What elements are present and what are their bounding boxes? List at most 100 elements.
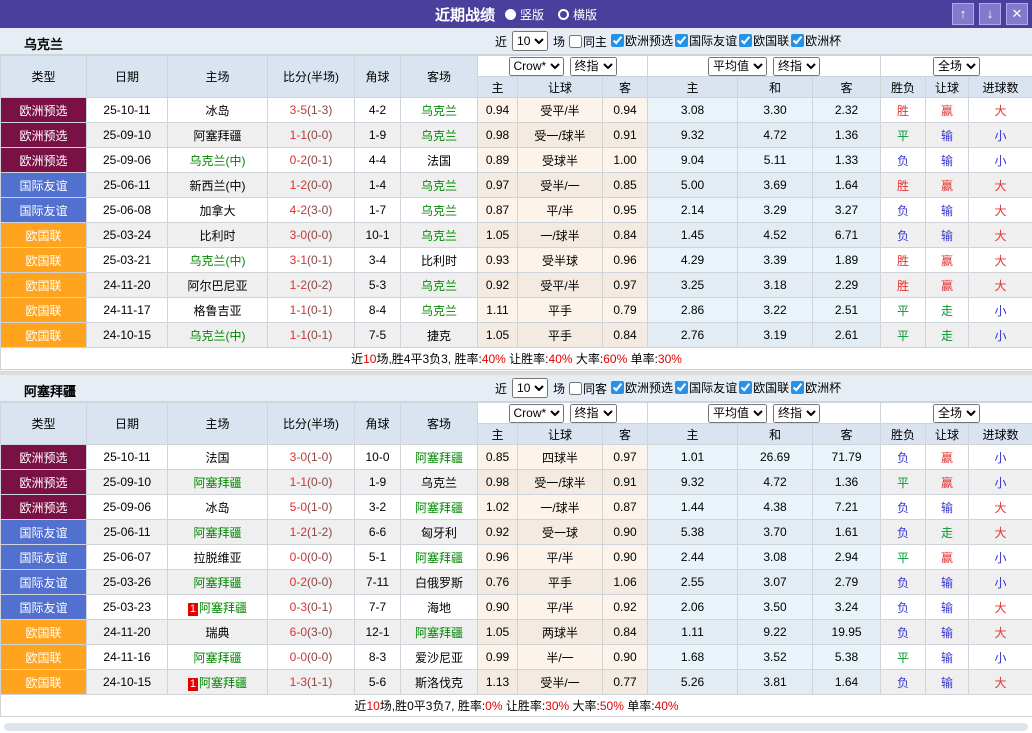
odds-away: 0.91 [603, 123, 648, 148]
handicap: 平手 [518, 570, 603, 595]
result-cell: 负 [881, 148, 926, 173]
odds-away: 0.87 [603, 495, 648, 520]
handicap-result-cell: 输 [926, 148, 969, 173]
home-team: 格鲁吉亚 [193, 304, 241, 318]
average-stage-select[interactable]: 终指 [773, 57, 820, 76]
league-checkbox[interactable] [739, 34, 752, 47]
odds-stage-select[interactable]: 终指 [570, 404, 617, 423]
horizontal-scrollbar[interactable] [0, 717, 1032, 733]
avg-draw-odds: 3.39 [738, 248, 813, 273]
odds-company-select[interactable]: Crow* [509, 57, 564, 76]
score-cell: 3-1(0-1) [268, 248, 355, 273]
summary-text: 近10场,胜4平3负3, 胜率:40% 让胜率:40% 大率:60% 单率:30… [351, 352, 682, 366]
full-time-score: 1-2 [290, 278, 307, 292]
handicap: 受平/半 [518, 98, 603, 123]
scope-select[interactable]: 全场 [933, 57, 980, 76]
match-rows: 欧洲预选 25-10-11 冰岛 3-5(1-3) 4-2 乌克兰 0.94 受… [1, 98, 1032, 348]
handicap: 受平/半 [518, 273, 603, 298]
summary-segment: 单率: [627, 352, 658, 366]
scroll-down-button[interactable]: ↓ [979, 3, 1001, 25]
result-cell: 平 [881, 323, 926, 348]
odds-stage-select[interactable]: 终指 [570, 57, 617, 76]
full-time-score: 1-1 [290, 328, 307, 342]
league-checkbox[interactable] [675, 381, 688, 394]
radio-unselected-icon[interactable] [558, 9, 569, 20]
league-filter-4[interactable]: 欧洲杯 [791, 32, 841, 49]
corner-cell: 5-1 [355, 545, 401, 570]
handicap-result-cell: 输 [926, 620, 969, 645]
same-side-filter[interactable]: 同客 [569, 380, 607, 397]
results-table: 类型 日期 主场 比分(半场) 角球 客场 Crow*终指 平均值终指 全场 [0, 402, 1032, 717]
odds-away: 0.94 [603, 98, 648, 123]
recent-count-select[interactable]: 10 [512, 31, 548, 51]
same-side-filter[interactable]: 同主 [569, 33, 607, 50]
odds-home: 0.94 [478, 98, 518, 123]
league-filter-1[interactable]: 欧洲预选 [611, 379, 673, 396]
avg-draw-odds: 3.29 [738, 198, 813, 223]
average-stage-select[interactable]: 终指 [773, 404, 820, 423]
full-time-score: 4-2 [290, 203, 307, 217]
scope-select[interactable]: 全场 [933, 404, 980, 423]
league-filter-4[interactable]: 欧洲杯 [791, 379, 841, 396]
handicap-result-cell: 输 [926, 495, 969, 520]
league-filter-label: 欧洲预选 [625, 32, 673, 49]
odds-company-select[interactable]: Crow* [509, 404, 564, 423]
col-avg-away: 客 [813, 77, 881, 98]
handicap-result-cell: 走 [926, 323, 969, 348]
league-filter-2[interactable]: 国际友谊 [675, 379, 737, 396]
avg-home-odds: 2.86 [648, 298, 738, 323]
league-filter-2[interactable]: 国际友谊 [675, 32, 737, 49]
handicap-result-cell: 赢 [926, 173, 969, 198]
goals-result-cell: 小 [969, 298, 1032, 323]
goals-result-cell: 小 [969, 148, 1032, 173]
corner-cell: 4-2 [355, 98, 401, 123]
league-checkbox[interactable] [739, 381, 752, 394]
goals-result-cell: 大 [969, 273, 1032, 298]
league-checkbox[interactable] [611, 381, 624, 394]
avg-draw-odds: 3.69 [738, 173, 813, 198]
league-checkbox[interactable] [611, 34, 624, 47]
league-filter-3[interactable]: 欧国联 [739, 379, 789, 396]
goals-result-cell: 大 [969, 173, 1032, 198]
vertical-layout-radio[interactable]: 竖版 [505, 6, 544, 23]
handicap: 受半/一 [518, 173, 603, 198]
league-checkbox[interactable] [791, 34, 804, 47]
horizontal-layout-radio[interactable]: 横版 [558, 6, 597, 23]
away-team-cell: 乌克兰 [401, 298, 478, 323]
match-row: 国际友谊 25-06-07 拉脱维亚 0-0(0-0) 5-1 阿塞拜疆 0.9… [1, 545, 1032, 570]
league-badge: 欧洲预选 [1, 470, 87, 495]
same-side-checkbox[interactable] [569, 35, 582, 48]
match-date: 24-10-15 [87, 323, 168, 348]
close-button[interactable]: ✕ [1006, 3, 1028, 25]
average-select[interactable]: 平均值 [708, 57, 767, 76]
result-cell: 平 [881, 298, 926, 323]
scroll-up-button[interactable]: ↑ [952, 3, 974, 25]
league-badge: 国际友谊 [1, 198, 87, 223]
odds-home: 0.97 [478, 173, 518, 198]
league-checkbox[interactable] [791, 381, 804, 394]
col-avg-away: 客 [813, 424, 881, 445]
full-time-score: 3-5 [290, 103, 307, 117]
average-odds-group: 平均值终指 [648, 403, 881, 424]
home-team: 阿塞拜疆 [193, 476, 241, 490]
match-date: 24-11-16 [87, 645, 168, 670]
average-select[interactable]: 平均值 [708, 404, 767, 423]
avg-home-odds: 1.44 [648, 495, 738, 520]
league-checkbox[interactable] [675, 34, 688, 47]
scrollbar-thumb[interactable] [4, 723, 1028, 731]
handicap-result-cell: 赢 [926, 273, 969, 298]
recent-count-select[interactable]: 10 [512, 378, 548, 398]
red-card-badge: 1 [188, 678, 198, 691]
half-time-score: (1-3) [307, 103, 332, 117]
match-row: 欧洲预选 25-10-11 法国 3-0(1-0) 10-0 阿塞拜疆 0.85… [1, 445, 1032, 470]
same-side-checkbox[interactable] [569, 382, 582, 395]
odds-home: 0.85 [478, 445, 518, 470]
avg-draw-odds: 3.81 [738, 670, 813, 695]
radio-selected-icon[interactable] [505, 9, 516, 20]
half-time-score: (0-0) [307, 228, 332, 242]
league-filter-3[interactable]: 欧国联 [739, 32, 789, 49]
league-filter-1[interactable]: 欧洲预选 [611, 32, 673, 49]
avg-draw-odds: 4.72 [738, 470, 813, 495]
recent-results-panel: 近期战绩 竖版 横版 ↑ ↓ ✕ 乌克兰 近 10 场 [0, 0, 1032, 733]
away-team-cell: 阿塞拜疆 [401, 445, 478, 470]
